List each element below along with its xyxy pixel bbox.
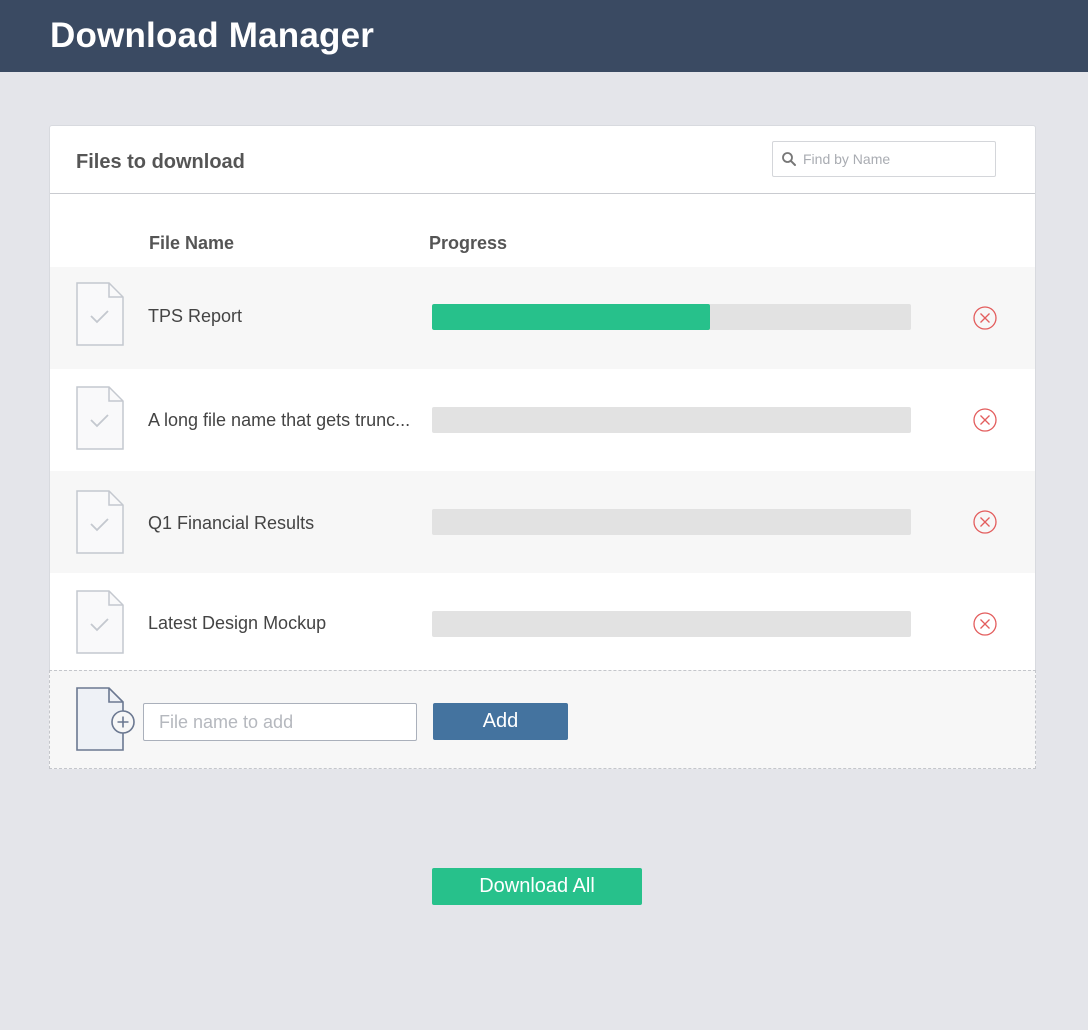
file-name: Q1 Financial Results: [148, 513, 315, 533]
progress-fill: [432, 304, 710, 330]
search-box[interactable]: [772, 141, 996, 177]
progress-bar: [432, 407, 911, 433]
file-check-icon: [76, 386, 124, 450]
table-row: TPS Report: [50, 267, 1035, 369]
remove-icon[interactable]: [972, 305, 998, 331]
column-header-progress: Progress: [429, 233, 508, 253]
remove-icon[interactable]: [972, 407, 998, 433]
download-all-button[interactable]: Download All: [432, 868, 642, 905]
file-check-icon: [76, 282, 124, 346]
file-name: TPS Report: [148, 306, 243, 326]
panel-header: Files to download: [50, 126, 1035, 194]
remove-icon[interactable]: [972, 509, 998, 535]
column-header-file-name: File Name: [149, 233, 235, 253]
file-add-icon: [76, 687, 135, 751]
progress-bar: [432, 611, 911, 637]
panel-title: Files to download: [76, 151, 245, 173]
file-check-icon: [76, 590, 124, 654]
table-row: A long file name that gets trunc...: [50, 369, 1035, 471]
add-button[interactable]: Add: [433, 703, 568, 740]
file-check-icon: [76, 490, 124, 554]
file-name: Latest Design Mockup: [148, 613, 327, 633]
app-title: Download Manager: [50, 16, 375, 55]
add-file-zone: Add: [49, 670, 1036, 769]
search-icon: [782, 152, 796, 166]
table-row: Latest Design Mockup: [50, 573, 1035, 675]
file-name: A long file name that gets trunc...: [148, 410, 411, 430]
search-input[interactable]: [803, 143, 991, 175]
remove-icon[interactable]: [972, 611, 998, 637]
files-panel: Files to download File Name Progress TPS…: [49, 125, 1036, 769]
app-header: Download Manager: [0, 0, 1088, 72]
table-row: Q1 Financial Results: [50, 471, 1035, 573]
progress-bar: [432, 304, 911, 330]
file-name-input[interactable]: [143, 703, 417, 741]
progress-bar: [432, 509, 911, 535]
